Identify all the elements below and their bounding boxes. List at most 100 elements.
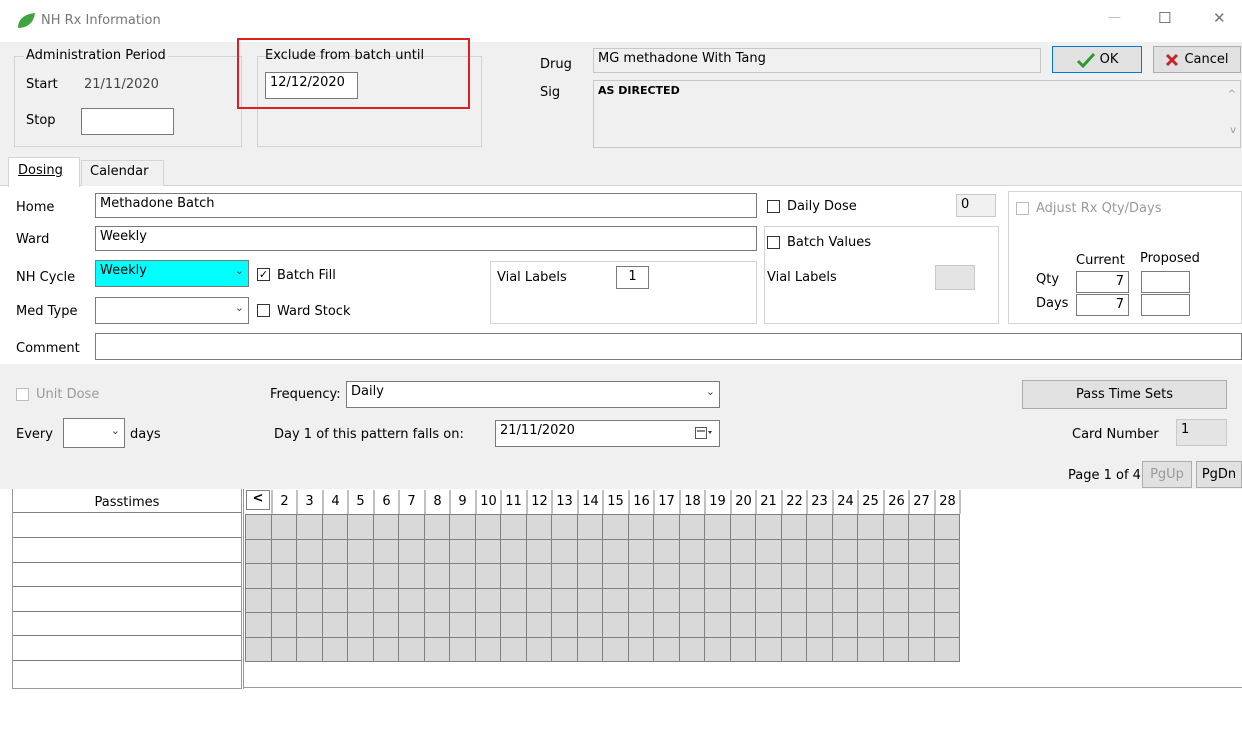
grid-row [245,636,960,662]
every-select[interactable]: ⌄ [63,418,125,448]
leaf-logo-icon [18,13,35,28]
close-icon[interactable]: ✕ [1213,9,1226,27]
ok-label: OK [1099,52,1119,67]
comment-label: Comment [16,341,80,356]
ward-input[interactable]: Weekly [95,226,757,251]
page-info: Page 1 of 4 [1068,468,1141,483]
passtime-row[interactable] [13,587,241,612]
maximize-icon[interactable]: ☐ [1158,9,1171,27]
stop-date-input[interactable] [81,108,174,135]
passtimes-header: Passtimes [13,489,241,513]
passtime-row[interactable] [13,563,241,587]
ok-button[interactable]: OK [1052,46,1142,73]
start-label: Start [26,77,58,92]
vial-labels2-label: Vial Labels [767,270,837,285]
title-bar: NH Rx Information — ☐ ✕ [0,0,1242,42]
qty-label: Qty [1036,272,1060,287]
every-label: Every [16,427,53,442]
vial-labels2-field [935,265,975,290]
pgup-button[interactable]: PgUp [1142,461,1192,488]
passtime-row[interactable] [13,538,241,563]
home-input[interactable]: Methadone Batch [95,193,757,218]
pgdn-button[interactable]: PgDn [1196,461,1242,488]
day-header-dividers [271,490,961,514]
days-current-input[interactable]: 7 [1076,294,1129,316]
ward-stock-label: Ward Stock [277,304,351,319]
day1-label: Day 1 of this pattern falls on: [274,427,464,442]
drug-field: MG methadone With Tang [593,48,1041,73]
pass-time-sets-label: Pass Time Sets [1076,387,1173,402]
days-proposed-input[interactable] [1141,294,1190,316]
vial-labels-input[interactable]: 1 [616,266,649,289]
ward-stock-checkbox[interactable] [257,304,270,317]
frequency-value: Daily [351,384,384,399]
grid-row [245,587,960,613]
batch-fill-label: Batch Fill [277,268,336,283]
passtime-row[interactable] [13,513,241,538]
frequency-label: Frequency: [270,387,341,402]
sig-label: Sig [540,85,561,100]
card-number-field: 1 [1176,419,1227,446]
tab-dosing[interactable]: Dosing [8,157,80,187]
day1-value: 21/11/2020 [500,423,575,438]
grid-row [245,538,960,564]
calendar-icon[interactable] [695,427,713,440]
chevron-down-icon: ⌄ [705,385,715,398]
tab-dosing-label: Dosing [18,163,63,178]
card-number-label: Card Number [1072,427,1159,442]
batch-fill-checkbox[interactable]: ✓ [257,268,270,281]
ward-label: Ward [16,232,50,247]
dose-grid[interactable] [245,514,960,662]
grid-bottom-line [244,687,1242,688]
passtime-row[interactable] [13,612,241,636]
minimize-icon[interactable]: — [1108,10,1121,25]
batch-values-checkbox[interactable] [767,236,780,249]
proposed-label: Proposed [1140,251,1200,266]
cancel-label: Cancel [1184,52,1229,67]
grid-divider [241,489,244,689]
window-title: NH Rx Information [41,13,161,28]
pgup-label: PgUp [1150,467,1184,482]
sig-scroll-up-icon[interactable]: ^ [1228,89,1236,100]
passtime-row[interactable] [13,636,241,661]
nh-cycle-select[interactable]: Weekly ⌄ [95,260,249,287]
sig-field: AS DIRECTED ^ v [593,80,1241,148]
exclude-highlight-box [237,38,470,109]
every-days-label: days [130,427,161,442]
med-type-select[interactable]: ⌄ [95,297,249,324]
pgdn-label: PgDn [1201,467,1237,482]
sig-scroll-down-icon[interactable]: v [1230,125,1236,136]
frequency-select[interactable]: Daily ⌄ [346,381,720,408]
checkmark-icon [1076,52,1095,68]
adjust-rx-checkbox[interactable] [1016,202,1029,215]
nh-cycle-label: NH Cycle [16,270,76,285]
admin-period-legend: Administration Period [24,48,168,63]
passtimes-panel: Passtimes [12,489,242,689]
passtimes-header-label: Passtimes [94,495,160,510]
day1-date-picker[interactable]: 21/11/2020 [495,420,720,447]
drug-label: Drug [540,57,572,72]
chevron-down-icon: ⌄ [110,424,120,437]
tab-strip [0,157,1242,186]
daily-dose-checkbox[interactable] [767,200,780,213]
days-label: Days [1036,296,1069,311]
cancel-button[interactable]: Cancel [1153,46,1241,73]
stop-label: Stop [26,113,56,128]
tab-calendar-label: Calendar [90,164,149,179]
batch-values-label: Batch Values [787,235,871,250]
adjust-rx-label: Adjust Rx Qty/Days [1036,201,1162,216]
grid-row [245,612,960,638]
med-type-label: Med Type [16,304,78,319]
pass-time-sets-button[interactable]: Pass Time Sets [1022,380,1227,409]
tab-calendar[interactable]: Calendar [81,160,164,186]
grid-row [245,514,960,540]
sig-value: AS DIRECTED [598,84,680,97]
chevron-down-icon: ⌄ [234,301,244,314]
x-icon [1166,53,1179,66]
current-label: Current [1076,253,1125,268]
qty-current-input[interactable]: 7 [1076,271,1129,293]
qty-proposed-input[interactable] [1141,271,1190,293]
comment-input[interactable] [95,333,1242,360]
unit-dose-checkbox[interactable] [16,388,29,401]
daily-dose-field: 0 [956,194,996,217]
